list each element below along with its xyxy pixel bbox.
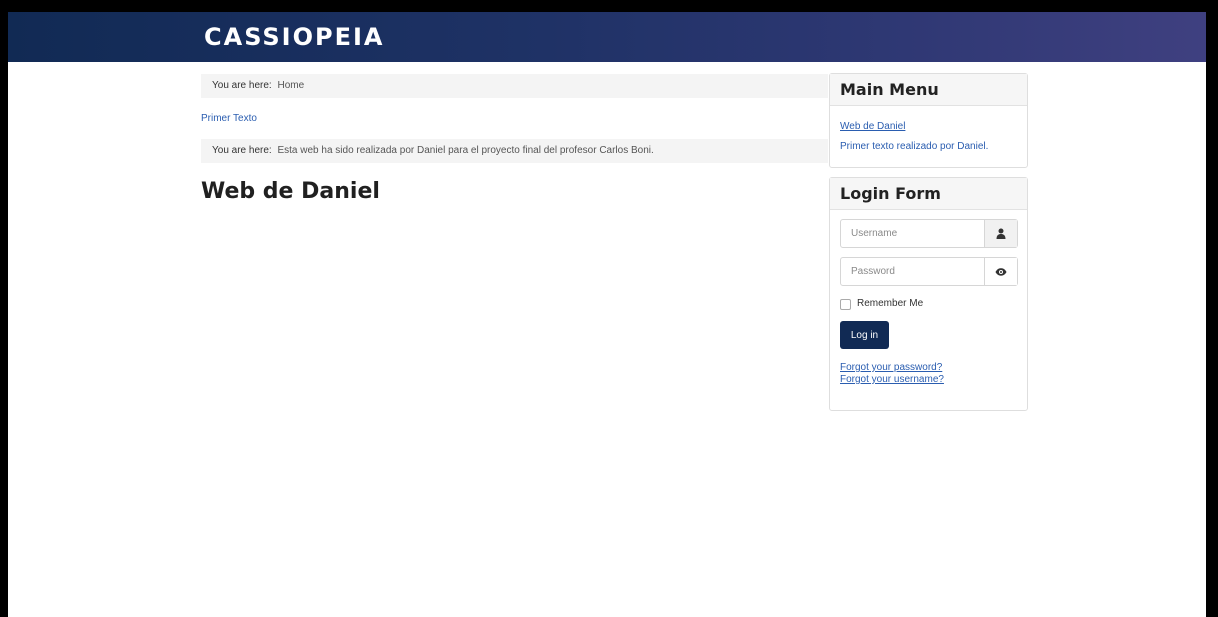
menu-item-primer-texto[interactable]: Primer texto realizado por Daniel. bbox=[840, 140, 988, 154]
breadcrumb-home: You are here: Home bbox=[201, 74, 828, 98]
password-group bbox=[840, 257, 1018, 286]
breadcrumb-current: Esta web ha sido realizada por Daniel pa… bbox=[277, 145, 654, 156]
remember-me-row[interactable]: Remember Me bbox=[840, 297, 923, 311]
login-form-card: Login Form Remember Me bbox=[829, 177, 1028, 411]
username-input[interactable] bbox=[841, 220, 984, 247]
page-title: Web de Daniel bbox=[201, 179, 380, 204]
forgot-username-link[interactable]: Forgot your username? bbox=[840, 374, 944, 386]
user-icon bbox=[984, 220, 1017, 247]
remember-me-checkbox[interactable] bbox=[840, 298, 851, 310]
site-brand-logo[interactable]: CASSIOPEIA bbox=[204, 23, 385, 51]
main-menu-card: Main Menu Web de Daniel Primer texto rea… bbox=[829, 73, 1028, 168]
breadcrumb-prefix: You are here: bbox=[212, 80, 272, 91]
remember-me-label: Remember Me bbox=[857, 298, 924, 309]
log-in-button[interactable]: Log in bbox=[840, 321, 889, 349]
forgot-password-link[interactable]: Forgot your password? bbox=[840, 362, 942, 374]
username-group bbox=[840, 219, 1018, 248]
breadcrumb-current: Home bbox=[277, 80, 305, 91]
menu-item-web-de-daniel[interactable]: Web de Daniel bbox=[840, 120, 905, 134]
primer-texto-link[interactable]: Primer Texto bbox=[201, 112, 257, 126]
login-form-title: Login Form bbox=[830, 178, 1027, 210]
breadcrumb-prefix: You are here: bbox=[212, 145, 272, 156]
breadcrumb-article: You are here: Esta web ha sido realizada… bbox=[201, 139, 828, 163]
password-input[interactable] bbox=[841, 258, 984, 285]
main-menu-title: Main Menu bbox=[830, 74, 1027, 106]
site-header: CASSIOPEIA bbox=[8, 12, 1206, 62]
eye-icon[interactable] bbox=[984, 258, 1017, 285]
browser-viewport: CASSIOPEIA You are here: Home Primer Tex… bbox=[8, 12, 1206, 617]
